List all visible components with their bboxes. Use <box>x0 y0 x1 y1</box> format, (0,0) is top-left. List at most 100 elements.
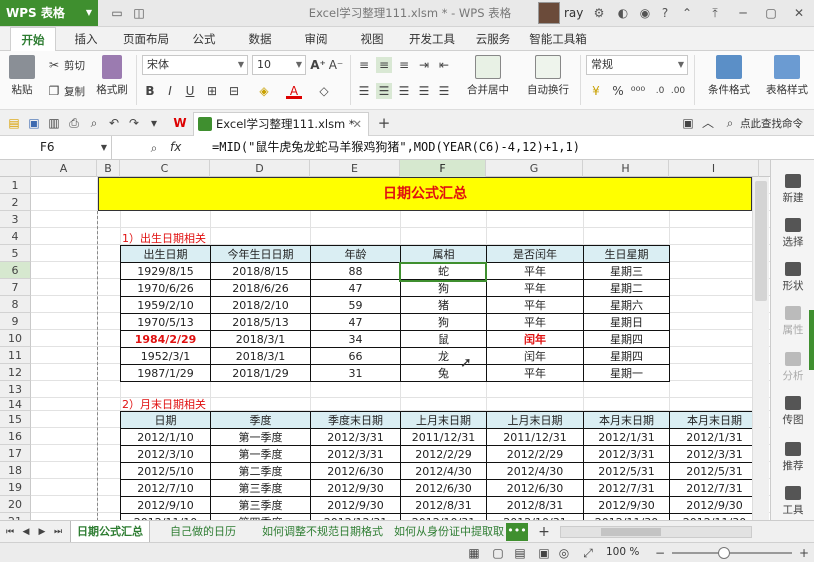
table-cell[interactable]: 2012/1/31 <box>583 428 670 446</box>
table-cell[interactable]: 狗 <box>400 313 487 331</box>
tab-list-icon[interactable]: ▣ <box>680 115 696 131</box>
add-sheet-icon[interactable]: + <box>536 524 552 540</box>
table-cell[interactable]: 猪 <box>400 296 487 314</box>
align-bottom-icon[interactable]: ≡ <box>396 57 412 73</box>
table-cell[interactable]: 2018/8/15 <box>210 262 311 280</box>
row-header[interactable]: 16 <box>0 428 31 445</box>
tab-review[interactable]: 审阅 <box>298 27 334 51</box>
search-command[interactable]: 点此查找命令 <box>740 116 803 131</box>
table-cell[interactable]: 2018/6/26 <box>210 279 311 297</box>
save-icon[interactable]: ◫ <box>130 4 148 22</box>
select-all-corner[interactable] <box>0 160 31 177</box>
table-cell[interactable]: 2011/12/31 <box>400 428 487 446</box>
thousands-icon[interactable]: ⁰⁰⁰ <box>630 83 646 99</box>
table-cell[interactable]: 平年 <box>486 313 584 331</box>
maximize-icon[interactable]: ▢ <box>762 4 780 22</box>
panel-select[interactable]: 选择 <box>771 218 814 249</box>
merge-cells-icon[interactable]: ⊟ <box>226 83 242 99</box>
close-icon[interactable]: ✕ <box>790 4 808 22</box>
distributed-icon[interactable]: ☰ <box>436 83 452 99</box>
fx-button[interactable]: fx <box>170 140 181 154</box>
table-header-cell[interactable]: 年龄 <box>310 245 401 263</box>
table-cell[interactable]: 第二季度 <box>210 462 311 480</box>
font-size-select[interactable]: 10 ▼ <box>252 55 306 75</box>
table-cell[interactable]: 2012/6/30 <box>400 479 487 497</box>
table-cell[interactable]: 2012/5/31 <box>669 462 760 480</box>
print-preview-icon[interactable]: ⌕ <box>86 115 102 131</box>
undo-icon[interactable]: ↶ <box>106 115 122 131</box>
table-cell[interactable]: 1952/3/1 <box>120 347 211 365</box>
chevron-down-icon[interactable]: ▾ <box>146 115 162 131</box>
table-cell[interactable]: 1929/8/15 <box>120 262 211 280</box>
zoom-level[interactable]: 100 % <box>606 546 639 558</box>
align-middle-icon[interactable]: ≡ <box>376 57 392 73</box>
zoom-slider-thumb[interactable] <box>718 547 730 559</box>
search-icon[interactable]: ⌕ <box>146 140 162 156</box>
table-cell[interactable]: 闰年 <box>486 330 584 348</box>
table-cell[interactable]: 2012/6/30 <box>486 479 584 497</box>
document-tab[interactable]: Excel学习整理111.xlsm * ✕ <box>193 112 369 136</box>
row-header[interactable]: 12 <box>0 364 31 381</box>
redo-icon[interactable]: ↷ <box>126 115 142 131</box>
table-cell[interactable]: 1970/5/13 <box>120 313 211 331</box>
restore-view-icon[interactable]: ⤒ <box>706 4 724 22</box>
new-tab-icon[interactable]: + <box>376 115 392 131</box>
table-cell[interactable]: 第三季度 <box>210 496 311 514</box>
active-cell-f6[interactable] <box>399 262 487 282</box>
scroll-thumb[interactable] <box>755 181 767 301</box>
col-header-a[interactable]: A <box>31 160 97 177</box>
tab-insert[interactable]: 插入 <box>66 27 106 51</box>
row-header[interactable]: 15 <box>0 411 31 428</box>
table-cell[interactable]: 平年 <box>486 364 584 382</box>
table-header-cell[interactable]: 生日星期 <box>583 245 670 263</box>
table-cell[interactable]: 1987/1/29 <box>120 364 211 382</box>
gear-icon[interactable]: ⚙ <box>590 4 608 22</box>
table-cell[interactable]: 2012/4/30 <box>486 462 584 480</box>
table-cell[interactable]: 星期四 <box>583 347 670 365</box>
tab-formulas[interactable]: 公式 <box>186 27 222 51</box>
table-cell[interactable]: 2018/1/29 <box>210 364 311 382</box>
tab-cloud[interactable]: 云服务 <box>470 27 516 51</box>
table-cell[interactable]: 2018/5/13 <box>210 313 311 331</box>
horizontal-scrollbar[interactable] <box>560 526 752 538</box>
panel-analysis[interactable]: 分析 <box>771 352 814 383</box>
table-cell[interactable]: 闰年 <box>486 347 584 365</box>
page-break-view-icon[interactable]: ▤ <box>512 545 528 561</box>
table-cell[interactable]: 星期日 <box>583 313 670 331</box>
table-cell[interactable]: 47 <box>310 279 401 297</box>
row-header[interactable]: 3 <box>0 211 31 228</box>
table-header-cell[interactable]: 季度末日期 <box>310 411 401 429</box>
col-header-h[interactable]: H <box>583 160 669 177</box>
indent-icon[interactable]: ⇥ <box>416 57 432 73</box>
section-title-birth[interactable]: 1）出生日期相关 <box>122 230 206 246</box>
table-cell[interactable]: 2012/7/31 <box>669 479 760 497</box>
table-cell[interactable]: 平年 <box>486 279 584 297</box>
panel-new[interactable]: 新建 <box>771 174 814 205</box>
row-header[interactable]: 13 <box>0 381 31 398</box>
row-header[interactable]: 7 <box>0 279 31 296</box>
row-header[interactable]: 10 <box>0 330 31 347</box>
table-cell[interactable]: 2012/8/31 <box>400 496 487 514</box>
help-icon[interactable]: ? <box>656 4 674 22</box>
prev-sheet-icon[interactable]: ◀ <box>18 524 34 540</box>
currency-icon[interactable]: ¥ <box>588 83 604 99</box>
table-cell[interactable]: 47 <box>310 313 401 331</box>
skin-icon[interactable]: ◐ <box>614 4 632 22</box>
wrap-text-button[interactable]: 自动换行 <box>520 55 576 97</box>
fullscreen-icon[interactable]: ⤢ <box>580 545 596 561</box>
table-cell[interactable]: 星期三 <box>583 262 670 280</box>
clear-format-icon[interactable]: ◇ <box>316 83 332 99</box>
page-layout-view-icon[interactable]: ▢ <box>490 545 506 561</box>
table-cell[interactable]: 2012/1/10 <box>120 428 211 446</box>
table-cell[interactable]: 2012/3/31 <box>310 428 401 446</box>
percent-icon[interactable]: % <box>610 83 626 99</box>
tab-home[interactable]: 开始 <box>10 27 56 51</box>
table-cell[interactable]: 2012/9/10 <box>120 496 211 514</box>
col-header-g[interactable]: G <box>486 160 583 177</box>
table-header-cell[interactable]: 是否闰年 <box>486 245 584 263</box>
worksheet-grid[interactable]: A B C D E F G H I 日期公式汇总 1）出生日期相关 出生日期 今年… <box>0 160 770 520</box>
table-cell[interactable]: 星期一 <box>583 364 670 382</box>
justify-icon[interactable]: ☰ <box>416 83 432 99</box>
decrease-decimal-icon[interactable]: .00 <box>670 83 686 99</box>
table-cell[interactable]: 2012/6/30 <box>310 462 401 480</box>
